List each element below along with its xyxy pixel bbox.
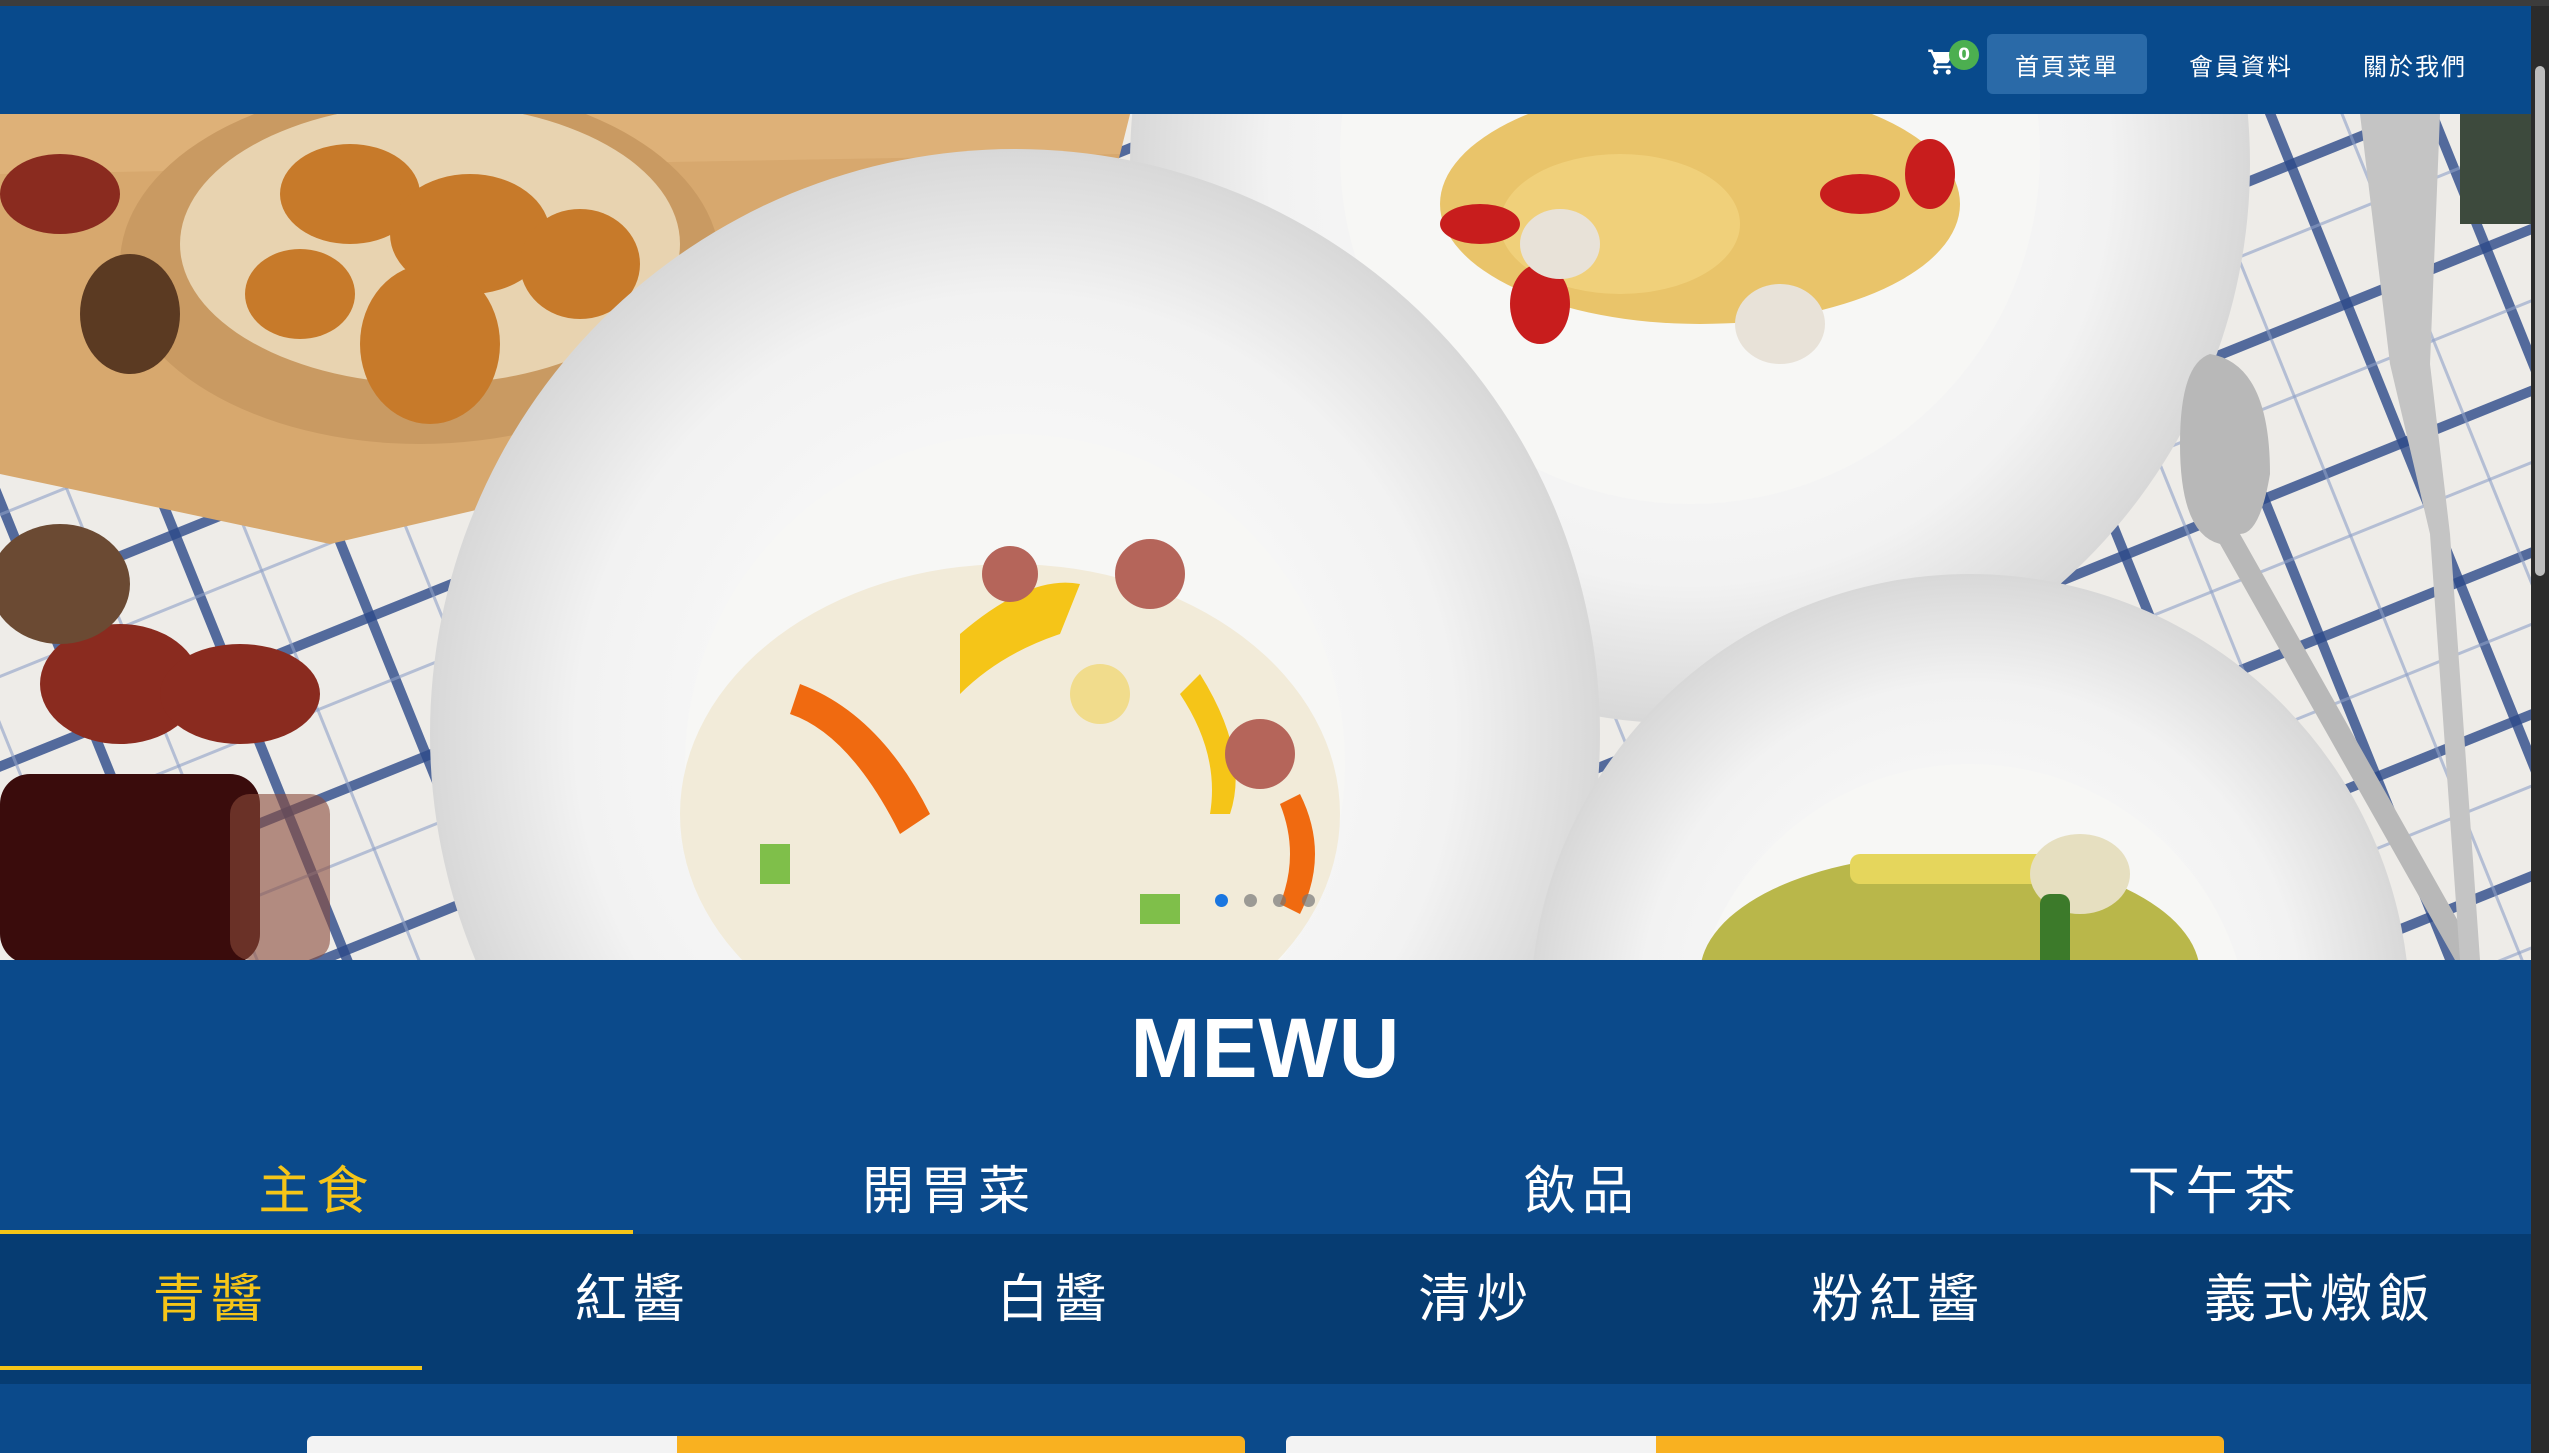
carousel-dot-1[interactable] xyxy=(1215,894,1228,907)
nav-link-about-us[interactable]: 關於我們 xyxy=(2335,34,2495,94)
product-card-info xyxy=(1656,1436,2224,1453)
carousel-dot-3[interactable] xyxy=(1273,894,1286,907)
tab-sub-pink-sauce[interactable]: 粉紅醬 xyxy=(1687,1234,2109,1384)
category-tabs: 主食 開胃菜 飲品 下午茶 xyxy=(0,1150,2531,1234)
carousel-indicators xyxy=(1215,894,1315,907)
subcategory-tabs: 青醬 紅醬 白醬 清炒 粉紅醬 義式燉飯 xyxy=(0,1234,2531,1384)
carousel-dot-2[interactable] xyxy=(1244,894,1257,907)
product-card-image xyxy=(307,1436,677,1453)
nav-link-member-info[interactable]: 會員資料 xyxy=(2161,34,2321,94)
tab-category-afternoon-tea[interactable]: 下午茶 xyxy=(1898,1150,2531,1234)
product-card[interactable] xyxy=(1286,1436,2224,1453)
nav-link-home-menu[interactable]: 首頁菜單 xyxy=(1987,34,2147,94)
tab-sub-pesto[interactable]: 青醬 xyxy=(0,1234,422,1384)
page: 0 首頁菜單 會員資料 關於我們 MEWU 主食 開胃菜 飲品 下午茶 青醬 紅… xyxy=(0,0,2549,1453)
carousel-dot-4[interactable] xyxy=(1302,894,1315,907)
cart-count-badge: 0 xyxy=(1949,40,1979,70)
hero-carousel[interactable] xyxy=(0,114,2531,960)
nav-items: 0 首頁菜單 會員資料 關於我們 xyxy=(1911,34,2495,94)
tab-sub-red-sauce[interactable]: 紅醬 xyxy=(422,1234,844,1384)
menu-title: MEWU xyxy=(1130,1001,1401,1095)
hero-image xyxy=(0,114,2531,960)
cart-button[interactable]: 0 xyxy=(1911,38,1979,90)
product-card[interactable] xyxy=(307,1436,1245,1453)
tab-category-main[interactable]: 主食 xyxy=(0,1150,633,1234)
tab-sub-stir-fry[interactable]: 清炒 xyxy=(1265,1234,1687,1384)
scrollbar-thumb[interactable] xyxy=(2535,66,2545,576)
product-card-image xyxy=(1286,1436,1656,1453)
navbar: 0 首頁菜單 會員資料 關於我們 xyxy=(0,6,2531,114)
tab-category-drinks[interactable]: 飲品 xyxy=(1266,1150,1899,1234)
tab-category-appetizer[interactable]: 開胃菜 xyxy=(633,1150,1266,1234)
tab-sub-white-sauce[interactable]: 白醬 xyxy=(844,1234,1266,1384)
tab-sub-risotto[interactable]: 義式燉飯 xyxy=(2109,1234,2531,1384)
product-card-info xyxy=(677,1436,1245,1453)
vertical-scrollbar[interactable] xyxy=(2531,6,2549,1453)
